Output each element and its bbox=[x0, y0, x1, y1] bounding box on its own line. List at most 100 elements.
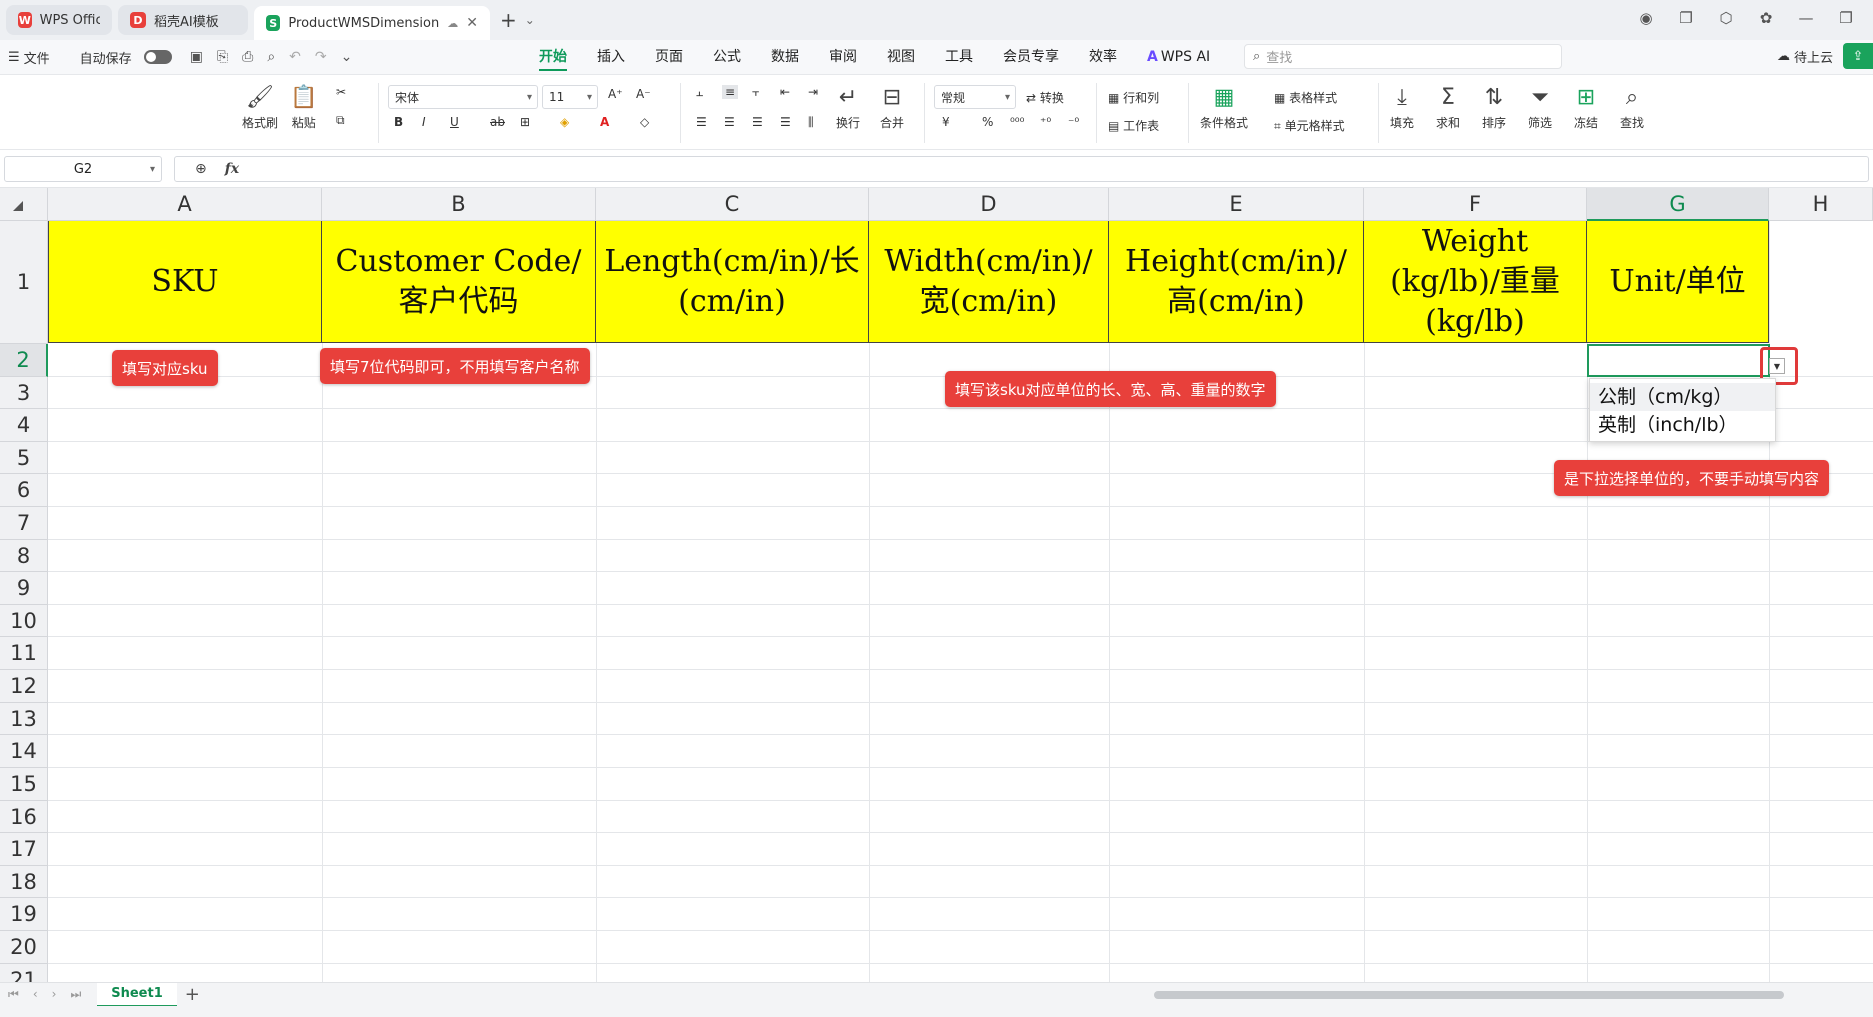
file-menu[interactable]: 文件 bbox=[24, 48, 50, 67]
horizontal-scrollbar[interactable] bbox=[1154, 991, 1784, 999]
save-icon[interactable]: ▣ bbox=[190, 49, 203, 65]
tab-wps-ai[interactable]: A WPS AI bbox=[1132, 40, 1225, 74]
paste-button[interactable]: 📋 粘贴 bbox=[290, 85, 317, 131]
more-icon[interactable]: ⌄ bbox=[341, 49, 353, 65]
sheet-tab-sheet1[interactable]: Sheet1 bbox=[97, 982, 177, 1007]
row-header-18[interactable]: 18 bbox=[0, 866, 48, 898]
header-cell-length[interactable]: Length(cm/in)/长(cm/in) bbox=[596, 221, 869, 343]
column-header-b[interactable]: B bbox=[322, 188, 596, 221]
tab-docer-templates[interactable]: D 稻壳AI模板 bbox=[118, 5, 248, 35]
first-sheet-icon[interactable]: ⏮ bbox=[8, 987, 19, 1002]
print-icon[interactable]: ⎙ bbox=[242, 49, 253, 65]
header-cell-customer-code[interactable]: Customer Code/客户代码 bbox=[322, 221, 596, 343]
hamburger-icon[interactable]: ☰ bbox=[8, 50, 20, 65]
freeze-button[interactable]: ⊞ 冻结 bbox=[1574, 85, 1598, 131]
sum-button[interactable]: Σ 求和 bbox=[1436, 85, 1460, 131]
restore-icon[interactable]: ❐ bbox=[1837, 9, 1855, 27]
borders-icon[interactable]: ⊞ bbox=[520, 115, 530, 129]
align-top-icon[interactable]: ⫠ bbox=[696, 85, 703, 100]
share-button[interactable]: ⇪ bbox=[1843, 43, 1873, 69]
font-size-select[interactable]: 11 ▾ bbox=[542, 85, 598, 109]
format-painter-button[interactable]: 🖌 格式刷 bbox=[242, 85, 278, 131]
sort-button[interactable]: ⇅ 排序 bbox=[1482, 85, 1506, 131]
distributed-icon[interactable]: ⫼ bbox=[808, 115, 814, 130]
header-cell-weight[interactable]: Weight (kg/lb)/重量(kg/lb) bbox=[1364, 221, 1587, 343]
row-header-16[interactable]: 16 bbox=[0, 801, 48, 833]
italic-icon[interactable]: I bbox=[422, 115, 426, 129]
tab-page[interactable]: 页面 bbox=[640, 40, 698, 74]
row-header-6[interactable]: 6 bbox=[0, 474, 48, 507]
header-cell-width[interactable]: Width(cm/in)/宽(cm/in) bbox=[869, 221, 1109, 343]
font-color-icon[interactable]: A bbox=[600, 115, 609, 129]
tab-member[interactable]: 会员专享 bbox=[988, 40, 1074, 74]
underline-icon[interactable]: U bbox=[450, 115, 459, 129]
row-header-4[interactable]: 4 bbox=[0, 409, 48, 442]
select-all-corner[interactable] bbox=[0, 188, 48, 221]
find-button[interactable]: ⌕ 查找 bbox=[1620, 85, 1644, 131]
align-left-icon[interactable]: ☰ bbox=[696, 115, 707, 129]
upload-button[interactable]: ☁ 待上云 bbox=[1777, 47, 1833, 66]
zoom-icon[interactable]: ⊕ bbox=[195, 161, 207, 177]
dropdown-option-imperial[interactable]: 英制（inch/lb） bbox=[1590, 411, 1775, 439]
font-name-select[interactable]: 宋体 ▾ bbox=[388, 85, 538, 109]
active-cell-g2[interactable] bbox=[1587, 344, 1770, 377]
cube-icon[interactable]: ⬡ bbox=[1717, 9, 1735, 27]
row-header-20[interactable]: 20 bbox=[0, 931, 48, 964]
wrap-text-button[interactable]: ↵ 换行 bbox=[836, 85, 860, 131]
row-header-1[interactable]: 1 bbox=[0, 221, 48, 344]
tab-review[interactable]: 审阅 bbox=[814, 40, 872, 74]
tab-efficiency[interactable]: 效率 bbox=[1074, 40, 1132, 74]
close-tab-icon[interactable]: ✕ bbox=[466, 15, 478, 31]
tab-home[interactable]: 开始 bbox=[524, 40, 582, 74]
tab-insert[interactable]: 插入 bbox=[582, 40, 640, 74]
column-header-e[interactable]: E bbox=[1109, 188, 1364, 221]
column-header-d[interactable]: D bbox=[869, 188, 1109, 221]
increase-font-icon[interactable]: A⁺ bbox=[608, 87, 623, 101]
tab-data[interactable]: 数据 bbox=[756, 40, 814, 74]
ai-assistant-icon[interactable]: ◉ bbox=[1637, 9, 1655, 27]
merge-button[interactable]: ⊟ 合并 bbox=[880, 85, 904, 131]
align-middle-icon[interactable]: ≡ bbox=[722, 85, 739, 99]
name-box[interactable]: G2 ▾ bbox=[4, 156, 162, 182]
align-bottom-icon[interactable]: ⫟ bbox=[752, 85, 759, 100]
redo-icon[interactable]: ↷ bbox=[315, 49, 327, 65]
prev-sheet-icon[interactable]: ‹ bbox=[33, 987, 38, 1002]
column-header-g[interactable]: G bbox=[1587, 188, 1769, 221]
settings-icon[interactable]: ✿ bbox=[1757, 9, 1775, 27]
increase-indent-icon[interactable]: ⇥ bbox=[808, 85, 818, 99]
copy-icon[interactable]: ⧉ bbox=[336, 113, 345, 128]
row-header-8[interactable]: 8 bbox=[0, 540, 48, 572]
column-header-a[interactable]: A bbox=[48, 188, 322, 221]
bold-icon[interactable]: B bbox=[394, 115, 403, 129]
row-header-7[interactable]: 7 bbox=[0, 507, 48, 540]
table-style-button[interactable]: ▦ 表格样式 bbox=[1274, 89, 1337, 106]
row-header-10[interactable]: 10 bbox=[0, 605, 48, 637]
export-icon[interactable]: ⎘ bbox=[217, 49, 228, 65]
conditional-format-button[interactable]: ▦ 条件格式 bbox=[1200, 85, 1248, 131]
align-right-icon[interactable]: ☰ bbox=[752, 115, 763, 129]
tab-view[interactable]: 视图 bbox=[872, 40, 930, 74]
strikethrough-icon[interactable]: ab bbox=[490, 115, 505, 129]
autosave-toggle[interactable] bbox=[143, 50, 172, 64]
row-header-9[interactable]: 9 bbox=[0, 572, 48, 605]
decrease-indent-icon[interactable]: ⇤ bbox=[780, 85, 790, 99]
formula-input[interactable]: ⊕ fx bbox=[174, 156, 1869, 182]
row-col-button[interactable]: ▦ 行和列 bbox=[1108, 89, 1159, 106]
window-switch-icon[interactable]: ❐ bbox=[1677, 9, 1695, 27]
align-center-icon[interactable]: ☰ bbox=[724, 115, 735, 129]
minimize-icon[interactable]: — bbox=[1797, 9, 1815, 27]
percent-icon[interactable]: % bbox=[982, 115, 993, 129]
row-header-2[interactable]: 2 bbox=[0, 344, 48, 377]
header-cell-sku[interactable]: SKU bbox=[48, 221, 322, 343]
row-header-19[interactable]: 19 bbox=[0, 898, 48, 931]
convert-button[interactable]: ⇄ 转换 bbox=[1026, 89, 1064, 106]
increase-decimal-icon[interactable]: ⁺⁰ bbox=[1040, 115, 1051, 129]
header-cell-height[interactable]: Height(cm/in)/高(cm/in) bbox=[1109, 221, 1364, 343]
add-sheet-button[interactable]: + bbox=[185, 984, 200, 1005]
cut-icon[interactable]: ✂ bbox=[336, 85, 346, 99]
chevron-down-icon[interactable]: ⌄ bbox=[525, 13, 535, 27]
number-format-select[interactable]: 常规 ▾ bbox=[934, 85, 1016, 109]
tab-wps-office[interactable]: W WPS Office bbox=[6, 5, 112, 35]
tab-tools[interactable]: 工具 bbox=[930, 40, 988, 74]
cell-style-button[interactable]: ⌗ 单元格样式 bbox=[1274, 117, 1345, 134]
